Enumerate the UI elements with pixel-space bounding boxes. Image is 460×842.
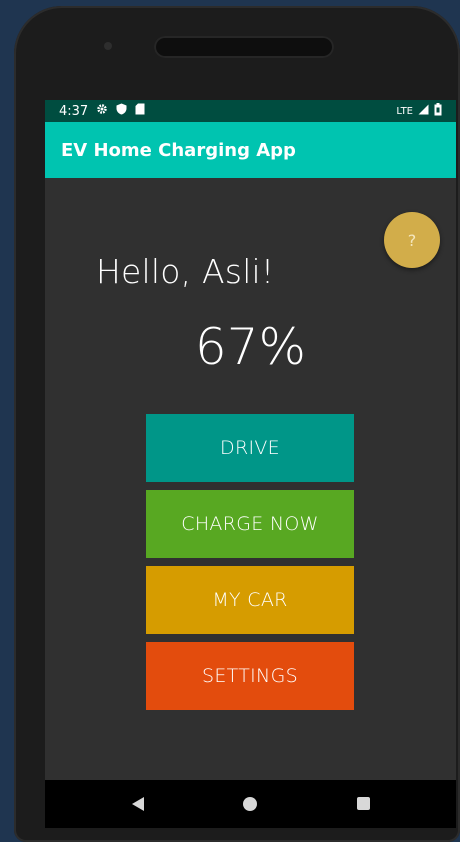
recents-icon[interactable] — [357, 797, 370, 810]
status-time: 4:37 — [59, 103, 89, 119]
greeting-text: Hello, Asli! — [96, 252, 275, 291]
app-bar: EV Home Charging App — [45, 122, 456, 178]
earpiece-speaker — [154, 36, 334, 58]
network-type: LTE — [396, 105, 413, 117]
charge-percentage: 67% — [194, 318, 307, 376]
app-screen: 4:37 LTE EV Home Charging App ? Hello, A… — [45, 100, 456, 828]
shield-icon — [116, 103, 127, 119]
charge-now-button[interactable]: CHARGE NOW — [146, 490, 354, 558]
navigation-bar — [45, 780, 456, 828]
sd-card-icon — [135, 103, 145, 119]
back-icon[interactable] — [131, 796, 145, 816]
front-camera — [104, 42, 112, 50]
status-right: LTE — [396, 103, 456, 119]
drive-button[interactable]: DRIVE — [146, 414, 354, 482]
home-icon[interactable] — [243, 797, 257, 811]
battery-icon — [434, 103, 442, 119]
help-button[interactable]: ? — [384, 212, 440, 268]
signal-icon — [418, 104, 429, 118]
phone-frame: 4:37 LTE EV Home Charging App ? Hello, A… — [14, 6, 460, 842]
status-left: 4:37 — [45, 103, 145, 119]
settings-gear-icon — [96, 103, 108, 119]
my-car-button[interactable]: MY CAR — [146, 566, 354, 634]
settings-button[interactable]: SETTINGS — [146, 642, 354, 710]
help-icon: ? — [407, 230, 417, 250]
status-bar: 4:37 LTE — [45, 100, 456, 122]
app-title: EV Home Charging App — [61, 139, 296, 161]
